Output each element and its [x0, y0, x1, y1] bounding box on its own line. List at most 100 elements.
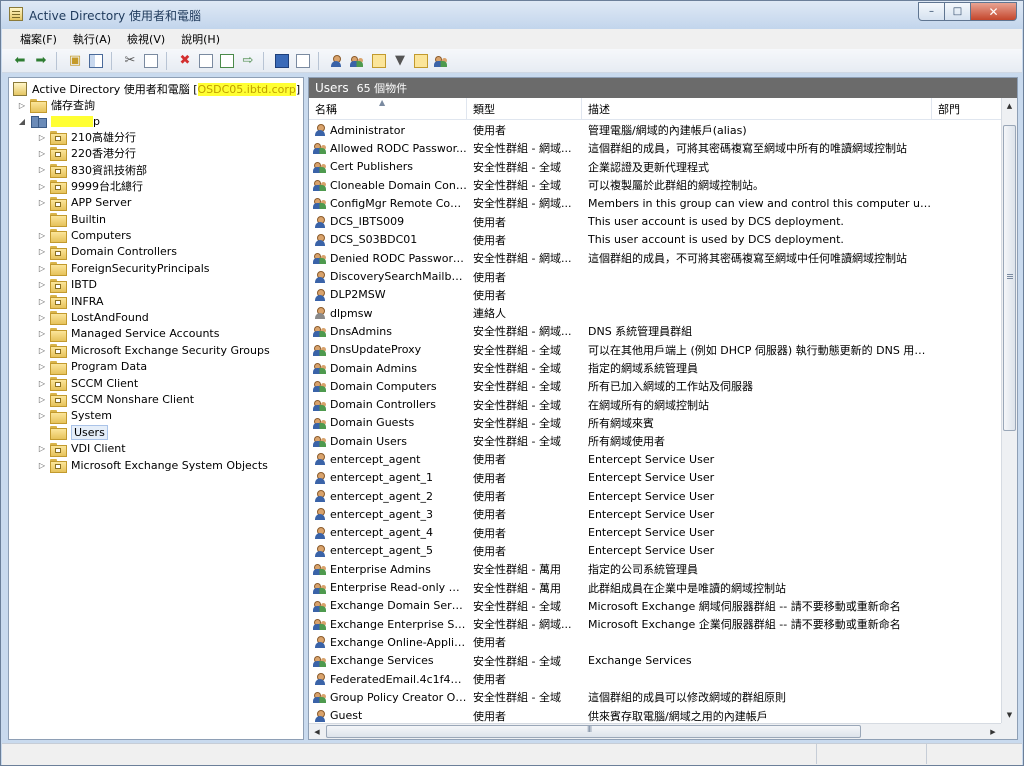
list-item[interactable]: DCS_IBTS009 使用者 This user account is used … — [309, 212, 1001, 230]
tree-item[interactable]: ▷ 9999台北總行 — [37, 178, 143, 195]
menu-action[interactable]: 執行(A) — [65, 31, 119, 47]
list-item[interactable]: entercept_agent_4 使用者 Entercept Service Us… — [309, 524, 1001, 542]
tree-item[interactable]: Users — [37, 424, 108, 441]
list-item[interactable]: DiscoverySearchMailbox... 使用者 — [309, 267, 1001, 285]
expand-icon[interactable]: ▷ — [37, 182, 47, 191]
refresh-icon[interactable] — [217, 51, 237, 71]
tree-item[interactable]: Builtin — [37, 211, 106, 227]
new-group-icon[interactable] — [348, 51, 368, 71]
list-item[interactable]: Administrator 使用者 管理電腦/網域的內建帳戶(alias) — [309, 121, 1001, 139]
expand-icon[interactable]: ▷ — [37, 297, 47, 306]
expand-icon[interactable]: ▷ — [37, 346, 47, 355]
tree-item[interactable]: ▷ Computers — [37, 227, 131, 244]
list-item[interactable]: Exchange Enterprise Ser... 安全性群組 - 網域... M… — [309, 615, 1001, 633]
expand-icon[interactable]: ▷ — [37, 379, 47, 388]
properties-icon[interactable] — [196, 51, 216, 71]
scroll-right-icon[interactable]: ▶ — [985, 724, 1001, 739]
list-item[interactable]: DnsUpdateProxy 安全性群組 - 全域 可以在其他用戶端上 (例如 DH… — [309, 341, 1001, 359]
scroll-thumb-horizontal[interactable] — [326, 725, 861, 738]
add-to-group-icon[interactable] — [432, 51, 452, 71]
tree-item[interactable]: ▷ Managed Service Accounts — [37, 326, 219, 342]
list-item[interactable]: Domain Controllers 安全性群組 - 全域 在網域所有的網域控制站 — [309, 395, 1001, 413]
new-user-icon[interactable] — [327, 51, 347, 71]
console-icon[interactable] — [293, 51, 313, 71]
expand-icon[interactable]: ▷ — [37, 411, 47, 420]
horizontal-scrollbar[interactable]: ◀ ▶ — [309, 723, 1001, 739]
list-item[interactable]: DLP2MSW 使用者 — [309, 286, 1001, 304]
list-item[interactable]: entercept_agent_1 使用者 Entercept Service Us… — [309, 469, 1001, 487]
expand-icon[interactable]: ▷ — [37, 149, 47, 158]
column-header-department[interactable]: 部門 — [932, 98, 1001, 120]
list-item[interactable]: Enterprise Read-only Do... 安全性群組 - 萬用 此群組成… — [309, 578, 1001, 596]
list-item[interactable]: Enterprise Admins 安全性群組 - 萬用 指定的公司系統管理員 — [309, 560, 1001, 578]
up-folder-icon[interactable]: ▣ — [65, 51, 85, 71]
close-button[interactable]: ✕ — [971, 2, 1017, 21]
tree-item[interactable]: ▷ VDI Client — [37, 441, 126, 457]
list-item[interactable]: Denied RODC Password ... 安全性群組 - 網域... 這個群… — [309, 249, 1001, 267]
expand-icon[interactable]: ▷ — [37, 461, 47, 470]
list-item[interactable]: FederatedEmail.4c1f4d8... 使用者 — [309, 670, 1001, 688]
forward-icon[interactable]: ➡ — [31, 51, 51, 71]
console-tree[interactable]: Active Directory 使用者和電腦 [OSDC05.ibtd.cor… — [8, 77, 304, 740]
cut-icon[interactable]: ✂ — [120, 51, 140, 71]
expand-icon[interactable]: ▷ — [37, 198, 47, 207]
tree-item[interactable]: ▷ Program Data — [37, 359, 147, 375]
tree-item[interactable]: ▷ SCCM Nonshare Client — [37, 391, 194, 408]
tree-item-saved-queries[interactable]: ▷ 儲存查詢 — [17, 97, 95, 113]
tree-item[interactable]: ▷ APP Server — [37, 195, 131, 211]
list-item[interactable]: entercept_agent_5 使用者 Entercept Service Us… — [309, 542, 1001, 560]
tree-item[interactable]: ▷ LostAndFound — [37, 309, 149, 326]
list-item[interactable]: Cert Publishers 安全性群組 - 全域 企業認證及更新代理程式 — [309, 158, 1001, 176]
list-item[interactable]: Domain Computers 安全性群組 - 全域 所有已加入網域的工作站及伺服… — [309, 377, 1001, 395]
menu-file[interactable]: 檔案(F) — [12, 31, 65, 47]
tree-item[interactable]: ▷ System — [37, 408, 112, 424]
vertical-scrollbar[interactable]: ▲ ▼ — [1001, 98, 1017, 723]
expand-icon[interactable]: ▷ — [37, 133, 47, 142]
list-item[interactable]: Domain Admins 安全性群組 - 全域 指定的網域系統管理員 — [309, 359, 1001, 377]
help-icon[interactable] — [272, 51, 292, 71]
show-tree-icon[interactable] — [86, 51, 106, 71]
list-item[interactable]: Domain Guests 安全性群組 - 全域 所有網域來賓 — [309, 414, 1001, 432]
tree-item[interactable]: ▷ 210高雄分行 — [37, 129, 136, 145]
copy-icon[interactable] — [141, 51, 161, 71]
list-item[interactable]: Cloneable Domain Cont... 安全性群組 - 全域 可以複製屬於… — [309, 176, 1001, 194]
list-item[interactable]: entercept_agent_3 使用者 Entercept Service Us… — [309, 505, 1001, 523]
expand-icon[interactable]: ▷ — [37, 247, 47, 256]
scroll-up-icon[interactable]: ▲ — [1002, 98, 1017, 114]
tree-item[interactable]: ▷ Microsoft Exchange Security Groups — [37, 342, 270, 359]
list-item[interactable]: Allowed RODC Passwor... 安全性群組 - 網域... 這個群組… — [309, 139, 1001, 157]
expand-icon[interactable]: ▷ — [37, 280, 47, 289]
tree-item[interactable]: ▷ Microsoft Exchange System Objects — [37, 457, 268, 473]
list-item[interactable]: entercept_agent 使用者 Entercept Service User — [309, 450, 1001, 468]
expand-icon[interactable]: ▷ — [37, 231, 47, 240]
list-item[interactable]: DCS_S03BDC01 使用者 This user account is used… — [309, 231, 1001, 249]
find-icon[interactable] — [411, 51, 431, 71]
back-icon[interactable]: ⬅ — [10, 51, 30, 71]
delete-icon[interactable]: ✖ — [175, 51, 195, 71]
tree-root[interactable]: Active Directory 使用者和電腦 [OSDC05.ibtd.cor… — [13, 81, 300, 97]
list-item[interactable]: DnsAdmins 安全性群組 - 網域... DNS 系統管理員群組 — [309, 322, 1001, 340]
column-header-type[interactable]: 類型 — [467, 98, 582, 120]
list-item[interactable]: Exchange Online-Applic... 使用者 — [309, 633, 1001, 651]
list-item[interactable]: Group Policy Creator Ow... 安全性群組 - 全域 這個群組… — [309, 688, 1001, 706]
minimize-button[interactable]: – — [918, 2, 945, 21]
tree-item[interactable]: ▷ 220香港分行 — [37, 145, 136, 162]
tree-item[interactable]: ▷ IBTD — [37, 277, 97, 293]
title-bar[interactable]: Active Directory 使用者和電腦 – □ ✕ — [1, 1, 1023, 29]
expand-icon[interactable]: ▷ — [37, 165, 47, 174]
expand-icon[interactable]: ▷ — [37, 329, 47, 338]
list-item[interactable]: entercept_agent_2 使用者 Entercept Service Us… — [309, 487, 1001, 505]
tree-item[interactable]: ▷ SCCM Client — [37, 375, 138, 391]
column-header-description[interactable]: 描述 — [582, 98, 932, 120]
column-header-name[interactable]: 名稱 ▲ — [309, 98, 467, 120]
menu-help[interactable]: 說明(H) — [173, 31, 228, 47]
list-item[interactable]: Domain Users 安全性群組 - 全域 所有網域使用者 — [309, 432, 1001, 450]
expand-icon[interactable]: ▷ — [17, 101, 27, 110]
tree-item[interactable]: ▷ Domain Controllers — [37, 244, 177, 260]
list-item[interactable]: dlpmsw 連絡人 — [309, 304, 1001, 322]
tree-item[interactable]: ▷ 830資訊技術部 — [37, 162, 147, 178]
tree-item[interactable]: ▷ INFRA — [37, 293, 104, 309]
list-item[interactable]: Exchange Domain Servers 安全性群組 - 全域 Microso… — [309, 597, 1001, 615]
export-icon[interactable]: ⇨ — [238, 51, 258, 71]
expand-icon[interactable]: ▷ — [37, 313, 47, 322]
